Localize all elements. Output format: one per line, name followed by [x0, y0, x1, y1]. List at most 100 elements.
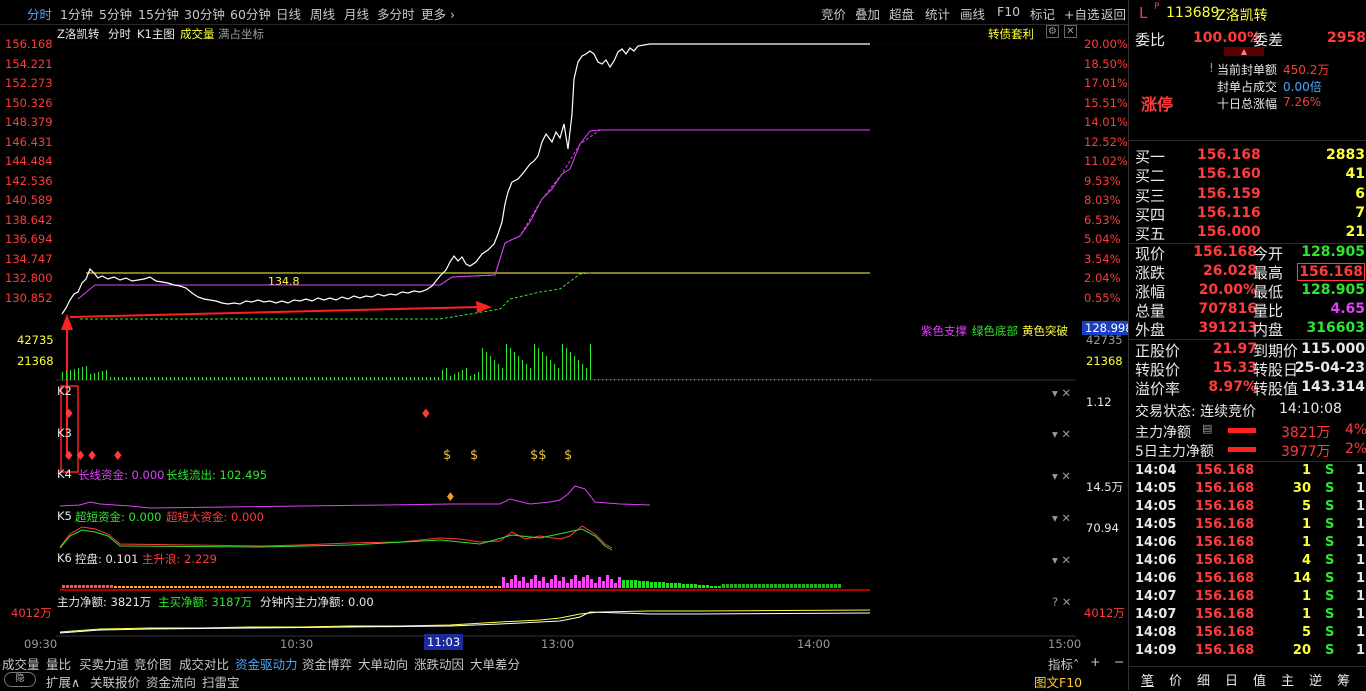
mine-sweeper-tab[interactable]: 扫雷宝 [202, 672, 240, 691]
tool-super[interactable]: 超盘 [889, 4, 914, 23]
volume-bar [110, 377, 111, 380]
k6-bar [598, 577, 601, 588]
panel-tab[interactable]: 主 [1281, 670, 1294, 689]
panel-tab[interactable]: 日 [1225, 670, 1238, 689]
zoom-in-button[interactable]: + [1090, 654, 1100, 669]
tab-weekly[interactable]: 周线 [310, 4, 335, 23]
tab-volume-ratio[interactable]: 量比 [46, 654, 71, 673]
tab-fund-game[interactable]: 资金博弈 [302, 654, 352, 673]
tool-add-watchlist[interactable]: +自选 [1064, 4, 1099, 23]
fund-flow-tab[interactable]: 资金流向 [146, 672, 196, 691]
related-quote-tab[interactable]: 关联报价 [90, 672, 140, 691]
tick-count: 1 [1355, 607, 1365, 622]
tick-price: 156.168 [1195, 589, 1255, 604]
tab-monthly[interactable]: 月线 [344, 4, 369, 23]
expand-button[interactable]: 扩展∧ [46, 672, 80, 691]
bid-volume: 7 [1355, 204, 1365, 221]
tool-f10[interactable]: F10 [997, 4, 1020, 19]
tool-draw[interactable]: 画线 [960, 4, 985, 23]
k4-right-value: 14.5万 [1086, 480, 1124, 494]
collapse-arrow-icon[interactable]: ▲ [1224, 47, 1264, 56]
tab-big-order[interactable]: 大单动向 [358, 654, 408, 673]
tab-daily[interactable]: 日线 [276, 4, 301, 23]
volume-bar [426, 377, 427, 380]
volume-bar [422, 377, 423, 380]
volume-bar [346, 377, 347, 380]
k6-bar [286, 586, 289, 588]
tab-30min[interactable]: 30分钟 [184, 4, 225, 23]
indicator-menu[interactable]: 指标˄ [1048, 654, 1079, 673]
panel-tab[interactable]: 筹 [1337, 670, 1350, 689]
pane-k4-collapse-icon[interactable]: ▾ ✕ [1052, 469, 1071, 483]
volume-bar [78, 368, 79, 380]
volume-bar [182, 377, 183, 380]
bond-label: 转股值 [1253, 380, 1299, 398]
tab-5min[interactable]: 5分钟 [99, 4, 132, 23]
pane-k7-collapse-icon[interactable]: ? ✕ [1052, 595, 1071, 609]
tab-trade-compare[interactable]: 成交对比 [179, 654, 229, 673]
k6-bar [434, 586, 437, 588]
pane-k2-collapse-icon[interactable]: ▾ ✕ [1052, 386, 1071, 400]
report-f10-link[interactable]: 图文F10 [1034, 672, 1082, 691]
tab-15min[interactable]: 15分钟 [138, 4, 179, 23]
quote-label: 内盘 [1253, 321, 1284, 339]
volume-bar [494, 360, 495, 380]
list-icon[interactable]: ▤ [1202, 422, 1212, 435]
panel-tab[interactable]: 笔 [1141, 670, 1154, 689]
volume-bar [102, 371, 103, 380]
volume-bar [158, 377, 159, 380]
tab-auction-chart[interactable]: 竞价图 [134, 654, 172, 673]
pane-k5-collapse-icon[interactable]: ▾ ✕ [1052, 511, 1071, 525]
k6-bar [350, 586, 353, 588]
tab-more[interactable]: 更多 › [421, 4, 455, 23]
panel-tab[interactable]: 值 [1253, 670, 1266, 689]
chart-area[interactable]: Z洛凯转 分时 K1主图 成交量 满占坐标 转债套利 ⚙ ✕ 156.168 15… [0, 24, 1136, 652]
hide-toggle[interactable]: 隐 [4, 672, 36, 687]
pane-k6-collapse-icon[interactable]: ▾ ✕ [1052, 553, 1071, 567]
tick-side: S [1325, 535, 1335, 550]
volume-bar [830, 379, 831, 380]
k6-bar [762, 584, 765, 588]
tick-price: 156.168 [1195, 607, 1255, 622]
tool-mark[interactable]: 标记 [1030, 4, 1055, 23]
quote-value: 20.00% [1198, 282, 1257, 298]
volume-bar [230, 377, 231, 380]
volume-bar [706, 379, 707, 380]
volume-bar [350, 377, 351, 380]
tool-auction[interactable]: 竞价 [821, 4, 846, 23]
tab-volume[interactable]: 成交量 [2, 654, 40, 673]
time-cursor-tick: 11:03 [424, 634, 464, 650]
tab-fenshi[interactable]: 分时 [27, 4, 52, 23]
volume-bar [506, 344, 507, 380]
volume-bars [62, 344, 871, 380]
panel-tab[interactable]: 逆 [1309, 670, 1322, 689]
k6-bar [206, 586, 209, 588]
pane-k3-collapse-icon[interactable]: ▾ ✕ [1052, 427, 1071, 441]
k6-bar [566, 583, 569, 588]
bid-volume: 41 [1345, 166, 1365, 183]
tab-1min[interactable]: 1分钟 [60, 4, 93, 23]
k6-bar [550, 579, 553, 588]
tool-overlay[interactable]: 叠加 [855, 4, 880, 23]
k7-right-value: 4012万 [1084, 606, 1125, 620]
money-bag-icon: $ [564, 448, 573, 463]
k6-bar [310, 586, 313, 588]
zoom-out-button[interactable]: − [1114, 654, 1124, 669]
panel-tab[interactable]: 细 [1197, 670, 1210, 689]
volume-bar [582, 364, 583, 380]
panel-tab[interactable]: 价 [1169, 670, 1182, 689]
quote-value: 316603 [1306, 320, 1365, 336]
volume-bar [442, 370, 443, 380]
tab-60min[interactable]: 60分钟 [230, 4, 271, 23]
tab-big-order-diff[interactable]: 大单差分 [470, 654, 520, 673]
tab-multi-fenshi[interactable]: 多分时 [377, 4, 415, 23]
quote-label: 最低 [1253, 283, 1284, 301]
tab-buy-sell-force[interactable]: 买卖力道 [79, 654, 129, 673]
tab-change-reason[interactable]: 涨跌动因 [414, 654, 464, 673]
k6-bar [674, 583, 677, 588]
k6-bar [170, 586, 173, 588]
back-button[interactable]: 返回 [1101, 4, 1126, 23]
k6-bar [86, 585, 89, 588]
tool-stats[interactable]: 统计 [925, 4, 950, 23]
tab-fund-drive[interactable]: 资金驱动力 [235, 654, 298, 673]
